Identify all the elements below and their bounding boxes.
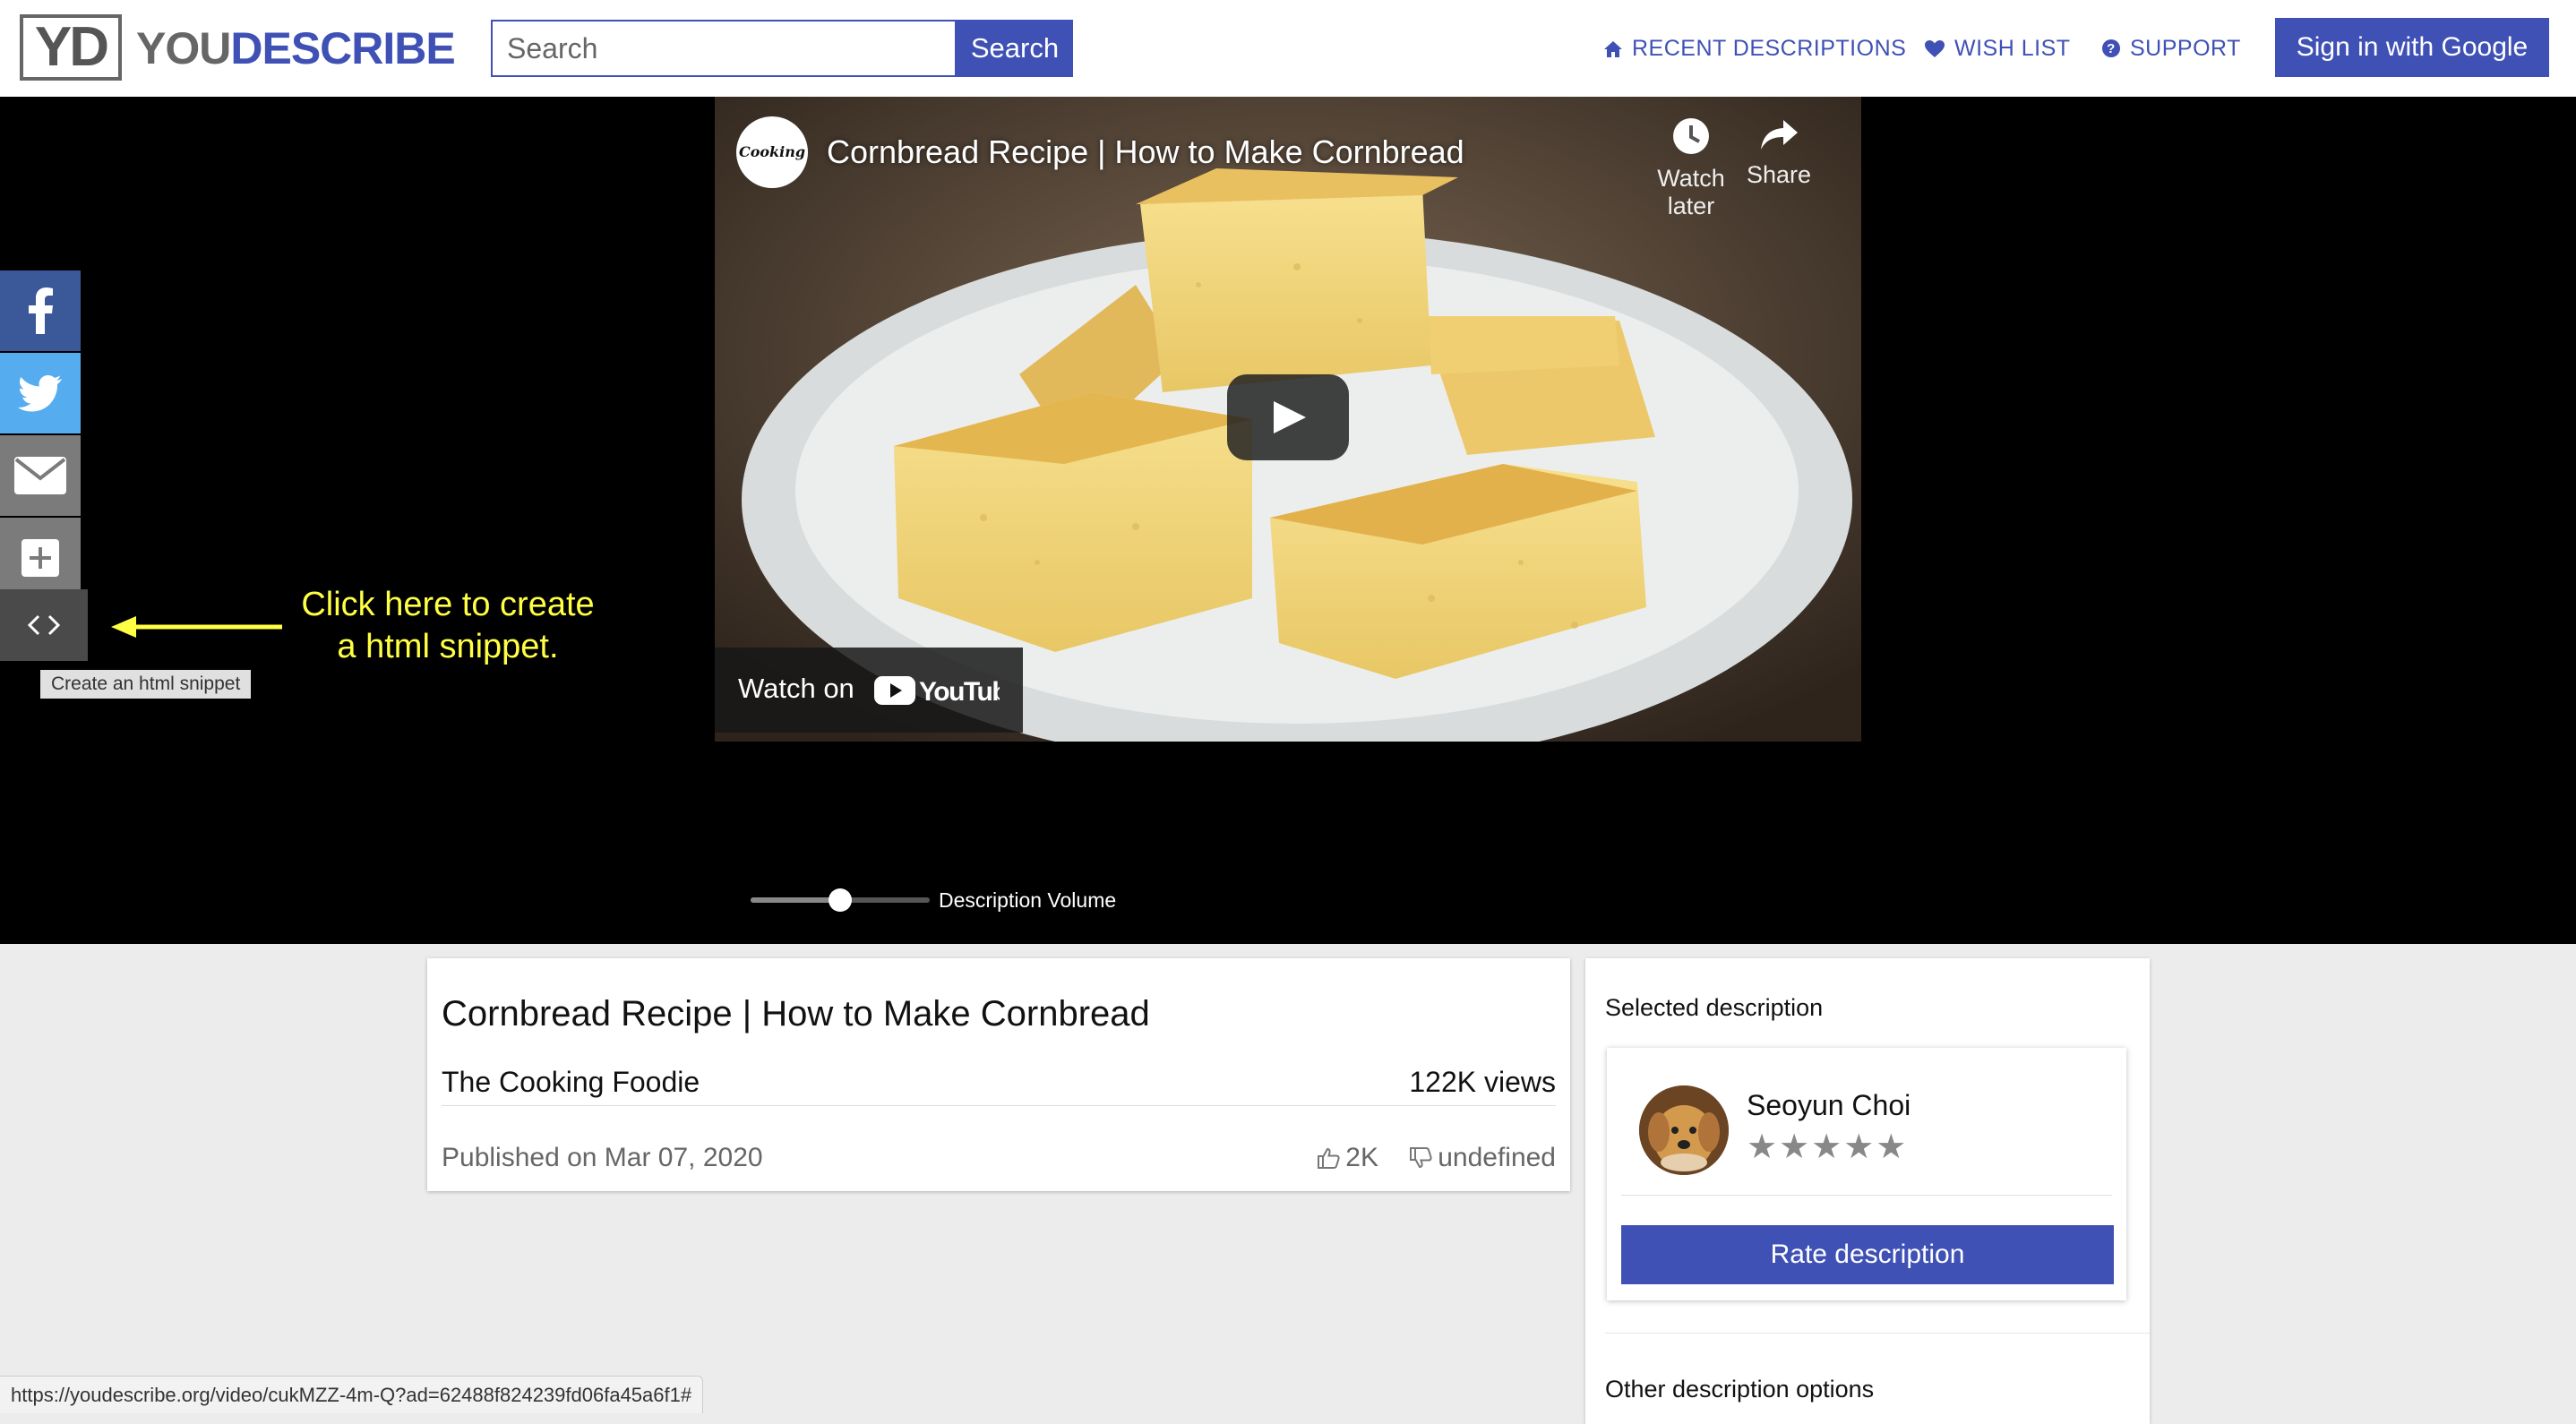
share-twitter-button[interactable] [0,353,81,433]
html-snippet-tooltip: Create an html snippet [40,670,252,699]
watch-later-label: Watch later [1657,165,1725,219]
description-author[interactable]: Seoyun Choi [1747,1089,1911,1122]
divider [1621,1195,2112,1196]
search-button[interactable]: Search [957,20,1073,77]
youtube-logo-icon: YouTube [874,676,1000,707]
volume-thumb[interactable] [829,888,852,912]
html-snippet-button[interactable] [0,589,88,661]
nav-support-label: SUPPORT [2130,36,2241,61]
annotation-arrow-icon [111,616,282,638]
share-video-label: Share [1746,161,1812,188]
published-date: Published on Mar 07, 2020 [442,1143,763,1172]
video-player[interactable]: Cooking Cornbread Recipe | How to Make C… [715,97,1861,742]
sign-in-google-button[interactable]: Sign in with Google [2275,18,2549,77]
search-input[interactable] [491,20,957,77]
twitter-icon [18,375,62,412]
video-player-title[interactable]: Cornbread Recipe | How to Make Cornbread [827,133,1464,172]
watch-on-youtube-button[interactable]: Watch on YouTube [715,648,1023,733]
video-title: Cornbread Recipe | How to Make Cornbread [442,994,1150,1034]
nav-wish-list[interactable]: WISH LIST [1924,30,2071,66]
svg-text:?: ? [2107,41,2116,56]
selected-description-card: Seoyun Choi ★★★★★ Rate description [1607,1048,2126,1300]
annotation-text: Click here to create a html snippet. [269,584,627,668]
nav-recent-descriptions-label: RECENT DESCRIPTIONS [1632,36,1907,61]
share-facebook-button[interactable] [0,270,81,351]
thumbs-up-icon [1318,1147,1340,1169]
description-volume-slider[interactable] [751,888,930,912]
code-icon [27,614,61,636]
logo-wordmark[interactable]: YOUDESCRIBE [136,20,456,77]
channel-name[interactable]: The Cooking Foodie [442,1066,700,1099]
logo-you: YOU [136,23,231,73]
dog-avatar-icon [1639,1085,1729,1175]
rate-description-button[interactable]: Rate description [1621,1225,2114,1284]
thumbs-down-icon [1410,1147,1432,1169]
share-arrow-icon [1761,120,1798,150]
heart-icon [1925,40,1945,57]
annotation-line-2: a html snippet. [337,628,559,665]
description-panel: Selected description Seoyun Choi ★★★★★ R… [1585,958,2150,1424]
description-volume-label: Description Volume [939,888,1117,912]
watch-on-label: Watch on [738,673,854,704]
share-email-button[interactable] [0,435,81,516]
star-rating: ★★★★★ [1747,1128,1909,1166]
divider [1605,1333,2150,1334]
like-count: 2K [1317,1143,1378,1173]
other-description-options-heading: Other description options [1605,1376,1875,1403]
header: YD YOUDESCRIBE Search RECENT DESCRIPTION… [0,0,2576,98]
email-icon [14,457,66,494]
facebook-icon [29,287,53,334]
selected-description-heading: Selected description [1605,994,1824,1021]
nav-wish-list-label: WISH LIST [1954,36,2071,61]
volume-fill [751,897,840,903]
plus-icon [21,539,59,577]
browser-status-url: https://youdescribe.org/video/cukMZZ-4m-… [0,1376,704,1413]
play-button[interactable] [1227,374,1349,460]
like-count-value: 2K [1345,1143,1378,1172]
divider [442,1105,1556,1106]
question-circle-icon: ? [2102,39,2120,57]
dislike-count: undefined [1409,1143,1556,1173]
avatar [1639,1085,1729,1175]
youtube-wordmark: YouTube [919,677,1000,707]
logo-mark[interactable]: YD [20,14,122,81]
dislike-count-value: undefined [1438,1143,1556,1172]
annotation-line-1: Click here to create [301,586,595,623]
share-more-button[interactable] [0,518,81,598]
home-icon [1604,41,1622,57]
view-count: 122K views [1409,1066,1556,1098]
share-video-button[interactable]: Share [1725,116,1833,189]
nav-recent-descriptions[interactable]: RECENT DESCRIPTIONS [1603,30,1906,66]
nav-support[interactable]: ? SUPPORT [2101,30,2241,66]
video-info-card: Cornbread Recipe | How to Make Cornbread… [427,958,1570,1191]
channel-logo[interactable]: Cooking [736,116,808,188]
clock-icon [1673,118,1709,154]
logo-describe: DESCRIBE [230,23,455,73]
